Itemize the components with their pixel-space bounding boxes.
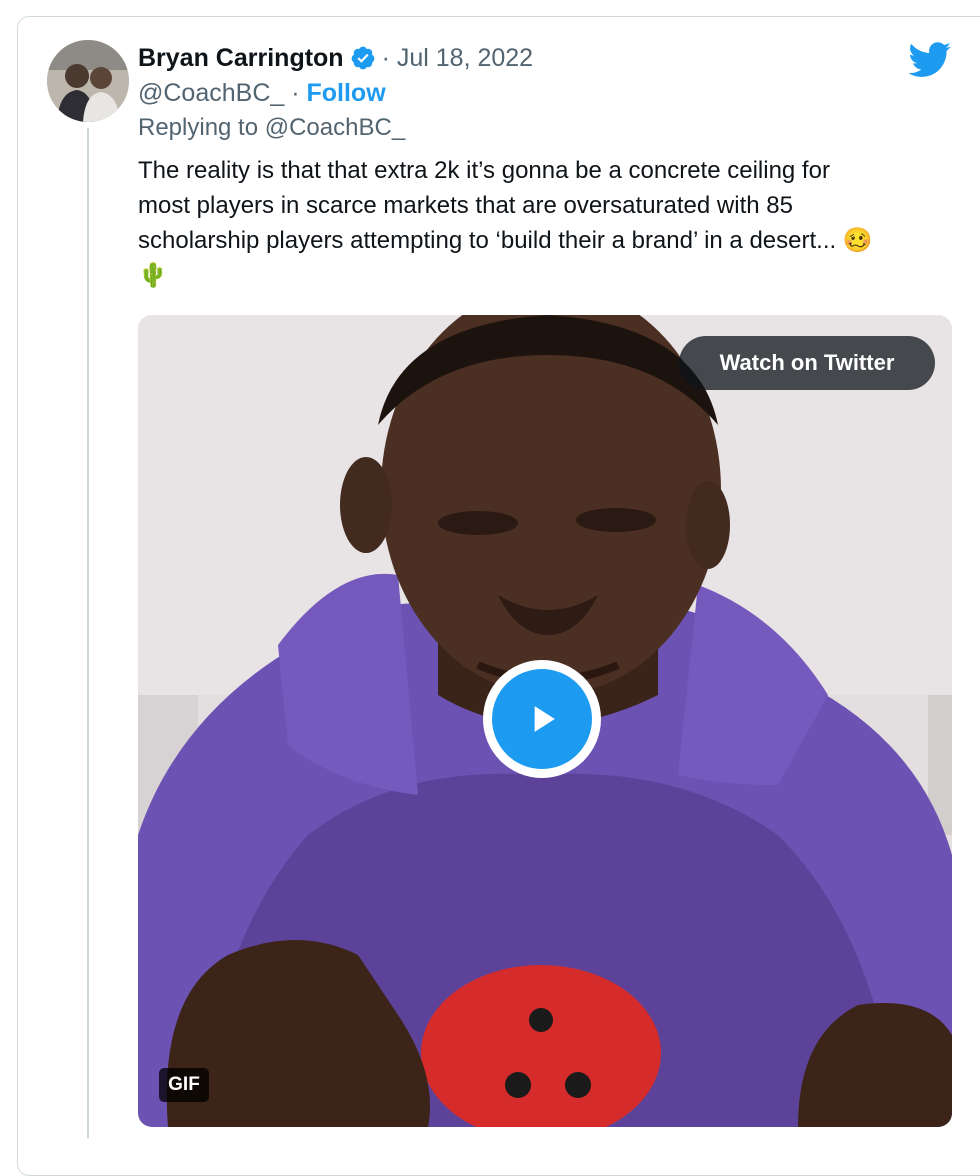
tweet-text-line: The reality is that that extra 2k it’s g… xyxy=(138,157,830,184)
tweet-text-line-3: scholarship players attempting to ‘build… xyxy=(138,227,837,254)
author-name[interactable]: Bryan Carrington xyxy=(138,44,344,73)
play-icon xyxy=(534,706,555,732)
author-handle[interactable]: @CoachBC_ xyxy=(138,79,284,108)
tweet-text-line: scholarship players attempting to ‘build… xyxy=(138,223,958,258)
watch-on-twitter-button[interactable]: Watch on Twitter xyxy=(679,336,935,390)
gif-badge: GIF xyxy=(159,1068,209,1102)
cactus-emoji: 🌵 xyxy=(138,261,168,289)
handle-row: @CoachBC_ · Follow xyxy=(138,77,386,109)
avatar-image xyxy=(47,40,129,122)
woozy-face-emoji: 🥴 xyxy=(842,226,873,254)
play-button[interactable] xyxy=(483,660,601,778)
follow-button[interactable]: Follow xyxy=(307,79,386,108)
gif-media[interactable]: Watch on Twitter GIF xyxy=(138,315,952,1127)
author-row: Bryan Carrington · Jul 18, 2022 xyxy=(138,42,533,74)
play-button-inner xyxy=(492,669,592,769)
twitter-bird-icon[interactable] xyxy=(908,42,952,78)
tweet-text: The reality is that that extra 2k it’s g… xyxy=(138,153,958,293)
verified-badge-icon xyxy=(351,46,374,70)
tweet-text-line: most players in scarce markets that are … xyxy=(138,192,793,219)
tweet-date[interactable]: · Jul 18, 2022 xyxy=(382,44,534,73)
author-avatar[interactable] xyxy=(47,40,129,122)
replying-to[interactable]: Replying to @CoachBC_ xyxy=(138,114,405,142)
thread-line xyxy=(87,128,89,1138)
handle-separator: · xyxy=(284,78,307,107)
